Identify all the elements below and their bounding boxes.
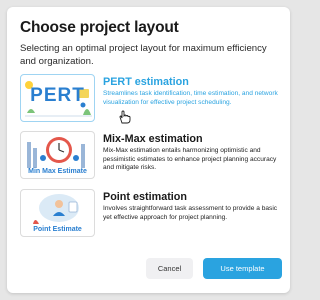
layout-option-point[interactable]: Point Estimate Point estimation Involves… [19,189,281,237]
layout-option-pert[interactable]: PERT PERT estimation Streamlines task id… [19,74,281,124]
option-description: Streamlines task identification, time es… [103,90,278,106]
cancel-button[interactable]: Cancel [146,258,193,279]
pert-thumb-text: PERT [30,85,85,106]
layout-option-min-max[interactable]: Min Max Estimate Mix-Max estimation Mix-… [19,131,281,179]
point-thumbnail: Point Estimate [20,189,95,237]
option-description: Involves straightforward task assessment… [103,205,278,221]
dialog-title: Choose project layout [20,19,179,36]
min-max-thumbnail: Min Max Estimate [20,131,95,179]
hand-cursor-icon [119,110,131,124]
dialog-subtitle: Selecting an optimal project layout for … [20,43,267,67]
pert-thumbnail: PERT [20,74,95,122]
option-title: PERT estimation [103,76,189,88]
choose-layout-dialog: Choose project layout Selecting an optim… [7,7,290,293]
option-title: Point estimation [103,191,187,203]
point-thumb-text: Point Estimate [33,226,82,233]
min-max-thumb-text: Min Max Estimate [28,168,87,175]
use-template-button[interactable]: Use template [203,258,282,279]
option-title: Mix-Max estimation [103,133,203,145]
option-description: Mix-Max estimation entails harmonizing o… [103,147,277,172]
